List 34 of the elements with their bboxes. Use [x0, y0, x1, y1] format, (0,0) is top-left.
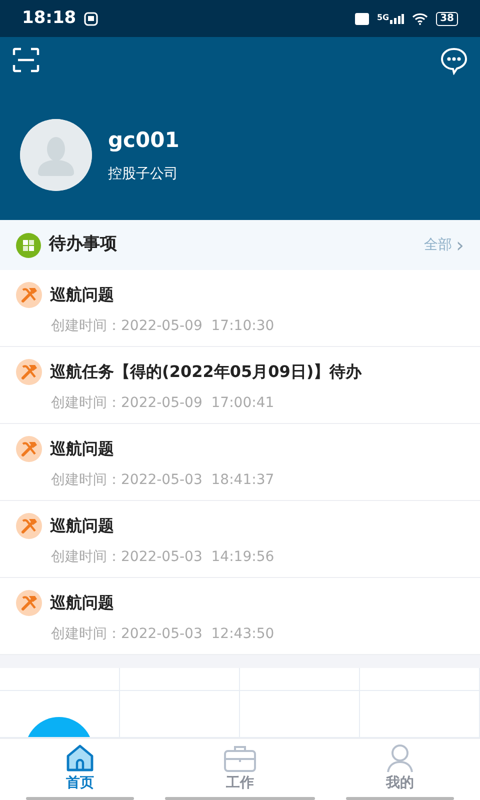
message-icon[interactable]	[440, 47, 468, 75]
tools-icon	[16, 590, 42, 616]
todo-title: 巡航问题	[50, 284, 114, 306]
battery-indicator: 38	[436, 12, 458, 26]
todo-item[interactable]: 巡航问题 创建时间：2022-05-03 14:19:56	[0, 501, 480, 578]
clock: 18:18	[22, 6, 76, 30]
tab[interactable]: 首页	[63, 739, 97, 797]
username: gc001	[108, 126, 180, 154]
created-time: 创建时间：2022-05-09 17:10:30	[51, 317, 276, 336]
tools-icon	[16, 513, 42, 539]
tools-icon	[16, 359, 42, 385]
avatar[interactable]	[20, 119, 92, 191]
signal-icon	[390, 14, 404, 24]
created-time: 创建时间：2022-05-03 12:43:50	[51, 625, 276, 644]
created-time: 创建时间：2022-05-03 14:19:56	[51, 548, 276, 567]
tools-icon	[16, 282, 42, 308]
todo-title: 巡航问题	[50, 515, 114, 537]
todo-item[interactable]: 巡航任务【得的(2022年05月09日)】待办 创建时间：2022-05-09 17:00:41	[0, 347, 480, 424]
created-time: 创建时间：2022-05-09 17:00:41	[51, 394, 276, 413]
todo-item[interactable]: 巡航问题 创建时间：2022-05-09 17:10:30	[0, 270, 480, 347]
company-name: 控股子公司	[108, 165, 179, 184]
section-title: 待办事项	[49, 233, 117, 256]
todo-title: 巡航问题	[50, 438, 114, 460]
todo-item[interactable]: 巡航问题 创建时间：2022-05-03 18:41:37	[0, 424, 480, 501]
grid-icon	[16, 232, 41, 258]
network-label: 5G	[376, 14, 390, 22]
scan-icon[interactable]	[12, 47, 40, 73]
todo-title: 巡航问题	[50, 592, 114, 614]
briefcase-icon	[223, 743, 257, 773]
created-time: 创建时间：2022-05-03 18:41:37	[51, 471, 276, 490]
tools-icon	[16, 436, 42, 462]
wifi-icon	[412, 12, 428, 24]
notification-icon	[84, 12, 98, 26]
todo-title: 巡航任务【得的(2022年05月09日)】待办	[50, 361, 362, 383]
